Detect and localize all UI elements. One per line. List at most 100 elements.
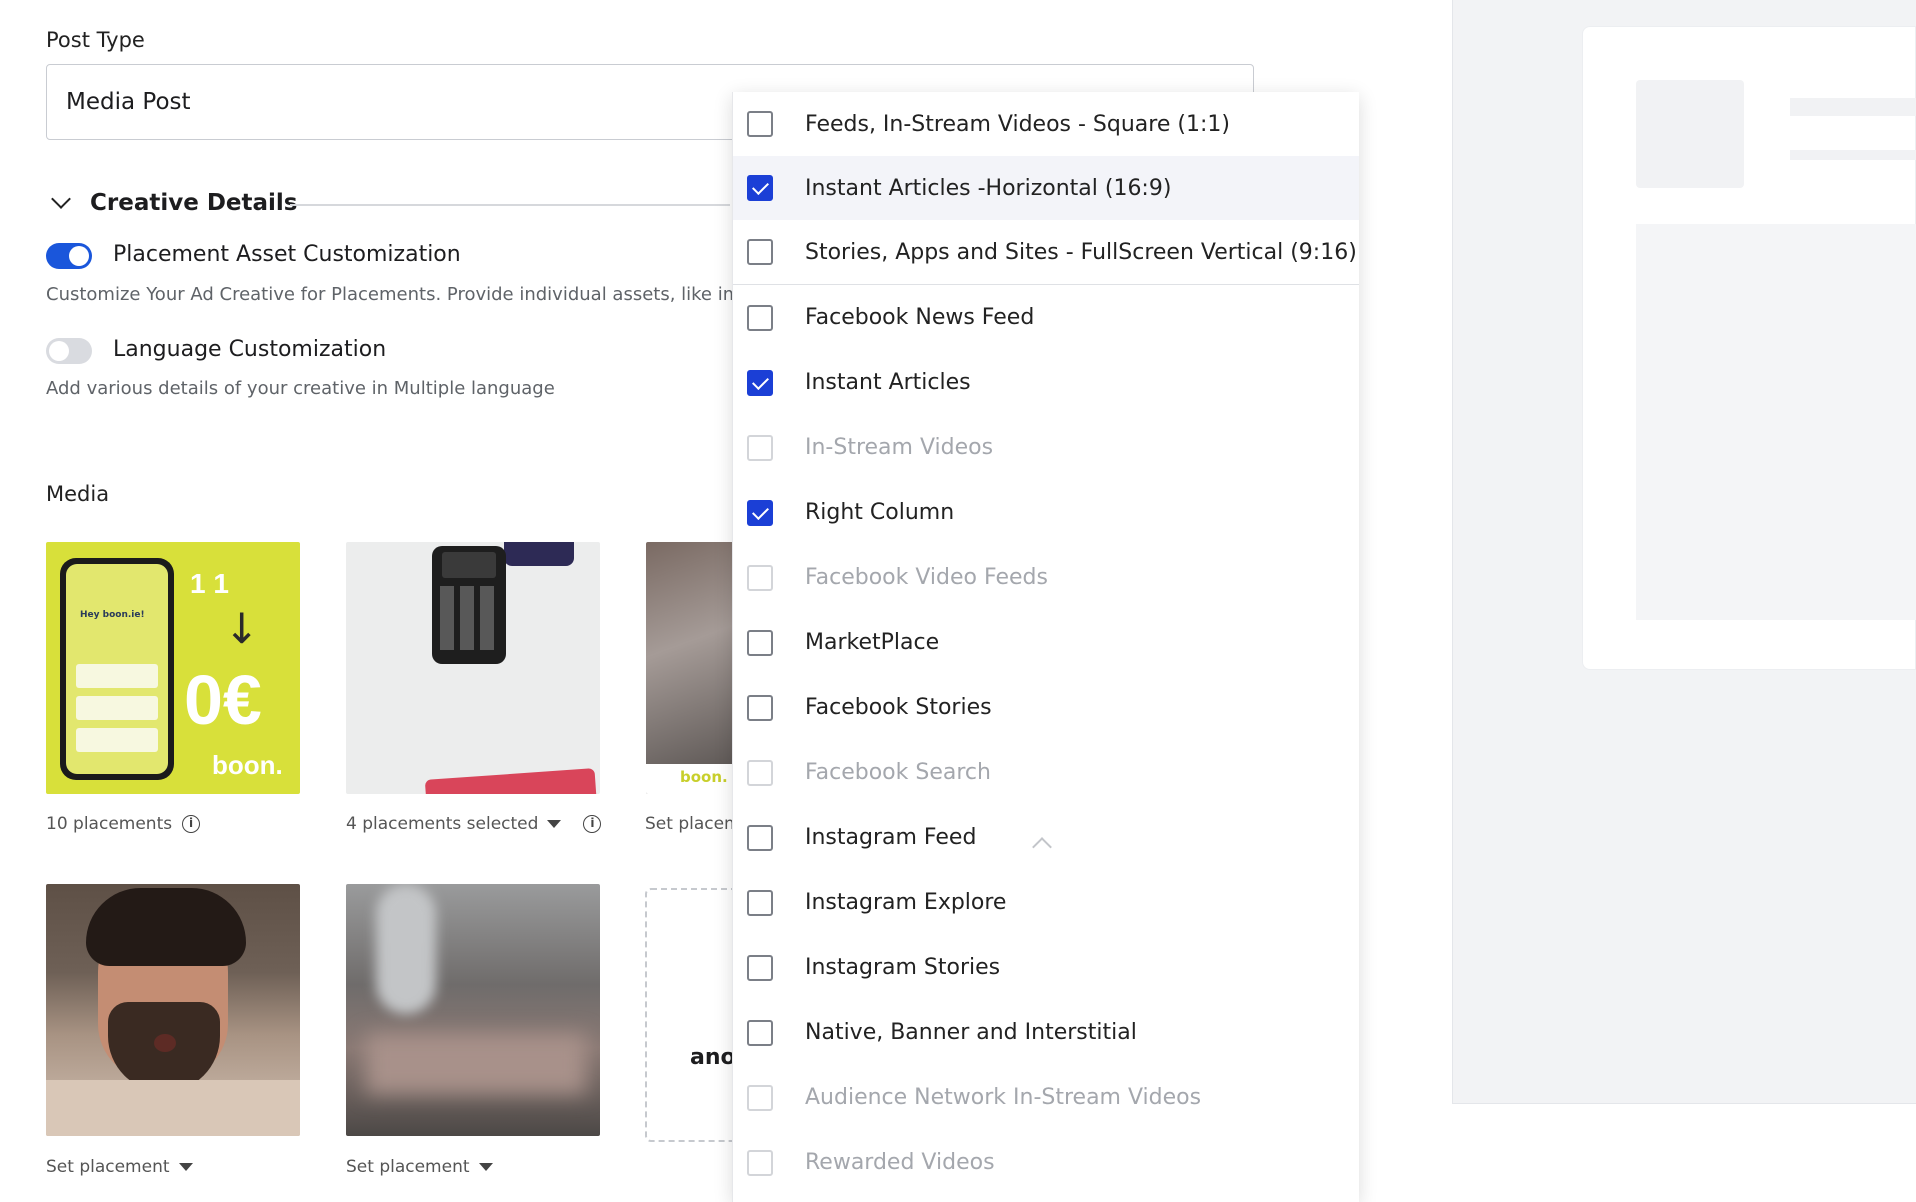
language-description: Add various details of your creative in … (46, 378, 555, 399)
option-label: Rewarded Videos (805, 1150, 995, 1175)
chevron-down-icon (51, 189, 71, 209)
checkbox[interactable] (747, 111, 773, 137)
post-type-label: Post Type (46, 28, 145, 52)
media-caption-2[interactable]: 4 placements selected i (346, 814, 602, 834)
checkbox-disabled (747, 564, 773, 591)
media-caption-5[interactable]: Set placement (346, 1157, 493, 1177)
checkbox[interactable] (747, 304, 773, 331)
option-label: In-Stream Videos (805, 435, 994, 460)
option-label: Instant Articles -Horizontal (16:9) (805, 175, 1172, 201)
ad-text-number: 1 1 (190, 568, 229, 599)
option-label: Right Column (805, 500, 955, 525)
checkbox[interactable] (747, 1019, 773, 1046)
skeleton-line (1790, 98, 1916, 116)
placement-option-facebook-news-feed[interactable]: Facebook News Feed (733, 285, 1359, 350)
toggle-knob (49, 341, 69, 361)
checkbox-disabled (747, 1084, 773, 1111)
skeleton-line (1790, 150, 1916, 160)
checkbox[interactable] (747, 239, 773, 265)
set-placement-link[interactable]: Set placement (46, 1157, 170, 1177)
placement-option-instagram-feed[interactable]: Instagram Feed (733, 805, 1359, 870)
option-label: Feeds, In-Stream Videos - Square (1:1) (805, 111, 1230, 137)
card-terminal-graphic (432, 546, 506, 664)
checkbox-checked[interactable] (747, 499, 773, 526)
media-thumbnail-5[interactable] (346, 884, 600, 1136)
placement-option-instagram-explore[interactable]: Instagram Explore (733, 870, 1359, 935)
placement-option-marketplace[interactable]: MarketPlace (733, 610, 1359, 675)
placement-option-facebook-stories[interactable]: Facebook Stories (733, 675, 1359, 740)
checkbox[interactable] (747, 629, 773, 656)
ad-logo: boon. (680, 768, 728, 786)
format-option-vertical[interactable]: Stories, Apps and Sites - FullScreen Ver… (733, 220, 1359, 284)
checkbox[interactable] (747, 954, 773, 981)
placement-group: Facebook News Feed Instant Articles In-S… (733, 285, 1359, 1195)
placement-option-facebook-video-feeds: Facebook Video Feeds (733, 545, 1359, 610)
placement-asset-toggle[interactable] (46, 243, 92, 269)
media-thumbnail-1[interactable]: Hey boon.ie! 1 1 ↓ 0€ boon. (46, 542, 300, 794)
ad-text-hey: Hey boon.ie! (80, 610, 145, 620)
checkbox-checked[interactable] (747, 369, 773, 396)
language-label: Language Customization (113, 337, 387, 362)
placement-option-in-stream-videos: In-Stream Videos (733, 415, 1359, 480)
skeleton-avatar (1636, 80, 1744, 188)
creative-details-title: Creative Details (90, 190, 298, 216)
placement-option-native-banner-interstitial[interactable]: Native, Banner and Interstitial (733, 1000, 1359, 1065)
checkbox-checked[interactable] (747, 175, 773, 201)
skeleton-image (1636, 224, 1916, 620)
checkbox[interactable] (747, 694, 773, 721)
arrow-down-icon: ↓ (224, 604, 260, 653)
option-label: Instagram Explore (805, 890, 1007, 915)
placement-asset-description: Customize Your Ad Creative for Placement… (46, 284, 732, 305)
phone-graphic (504, 542, 574, 566)
placement-asset-label: Placement Asset Customization (113, 242, 461, 267)
option-label: Facebook News Feed (805, 305, 1035, 330)
media-caption-1: 10 placements i (46, 814, 201, 834)
placement-option-right-column[interactable]: Right Column (733, 480, 1359, 545)
media-caption-text: Set placem (645, 814, 741, 834)
info-icon[interactable]: i (583, 815, 602, 833)
option-label: Facebook Video Feeds (805, 565, 1048, 590)
post-type-value: Media Post (66, 89, 191, 115)
option-label: Audience Network In-Stream Videos (805, 1085, 1202, 1110)
option-label: Stories, Apps and Sites - FullScreen Ver… (805, 239, 1357, 265)
add-media-text: ano (690, 1045, 736, 1070)
media-thumbnail-4[interactable] (46, 884, 300, 1136)
placement-dropdown[interactable]: Feeds, In-Stream Videos - Square (1:1) I… (732, 92, 1359, 1202)
option-label: Facebook Stories (805, 695, 992, 720)
placement-option-instagram-stories[interactable]: Instagram Stories (733, 935, 1359, 1000)
checkbox[interactable] (747, 889, 773, 916)
checkbox-disabled (747, 1149, 773, 1176)
media-caption-3[interactable]: Set placem (645, 814, 741, 834)
checkbox[interactable] (747, 824, 773, 851)
format-group: Feeds, In-Stream Videos - Square (1:1) I… (733, 92, 1359, 285)
format-option-horizontal[interactable]: Instant Articles -Horizontal (16:9) (733, 156, 1359, 220)
set-placement-link[interactable]: Set placement (346, 1157, 470, 1177)
placement-option-facebook-search: Facebook Search (733, 740, 1359, 805)
section-divider (290, 204, 730, 206)
media-caption-text: 10 placements (46, 814, 173, 834)
ad-text-price: 0€ (184, 661, 262, 739)
ad-logo: boon. (212, 750, 283, 780)
media-caption-4[interactable]: Set placement (46, 1157, 193, 1177)
placement-option-audience-network-in-stream: Audience Network In-Stream Videos (733, 1065, 1359, 1130)
placement-option-instant-articles[interactable]: Instant Articles (733, 350, 1359, 415)
placement-option-rewarded-videos: Rewarded Videos (733, 1130, 1359, 1195)
media-thumbnail-2[interactable] (346, 542, 600, 794)
option-label: Native, Banner and Interstitial (805, 1020, 1137, 1045)
caret-down-icon[interactable] (178, 1163, 193, 1171)
info-icon[interactable]: i (182, 815, 201, 833)
option-label: MarketPlace (805, 630, 940, 655)
option-label: Facebook Search (805, 760, 991, 785)
media-caption-text: 4 placements selected (346, 814, 539, 834)
language-toggle[interactable] (46, 338, 92, 364)
caret-down-icon[interactable] (547, 820, 562, 828)
card-graphic (424, 768, 598, 794)
toggle-knob (69, 246, 89, 266)
format-option-square[interactable]: Feeds, In-Stream Videos - Square (1:1) (733, 92, 1359, 156)
caret-down-icon[interactable] (478, 1163, 493, 1171)
creative-details-header[interactable]: Creative Details (51, 189, 298, 216)
option-label: Instagram Feed (805, 825, 977, 850)
media-thumbnail-3[interactable]: boon. (646, 542, 746, 794)
checkbox-disabled (747, 759, 773, 786)
phone-graphic: Hey boon.ie! (60, 558, 174, 780)
